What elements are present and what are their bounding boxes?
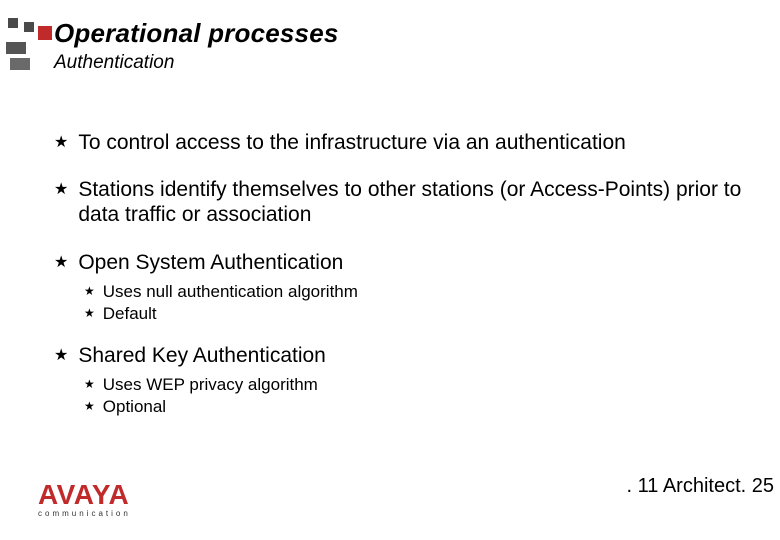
bullet-item: ★ Stations identify themselves to other …: [54, 177, 750, 227]
slide-title: Operational processes: [54, 18, 339, 49]
sub-bullet-item: ★ Uses WEP privacy algorithm: [84, 374, 750, 396]
square-icon: [24, 22, 34, 32]
sub-bullet-list: ★ Uses WEP privacy algorithm ★ Optional: [84, 374, 750, 418]
square-icon: [6, 42, 26, 54]
square-icon: [38, 26, 52, 40]
star-icon: ★: [84, 399, 95, 415]
sub-bullet-item: ★ Uses null authentication algorithm: [84, 281, 750, 303]
star-icon: ★: [54, 180, 68, 199]
brand-tagline: communication: [38, 509, 131, 518]
sub-bullet-item: ★ Default: [84, 303, 750, 325]
star-icon: ★: [84, 284, 95, 300]
sub-bullet-item: ★ Optional: [84, 396, 750, 418]
brand-logo: AVAYA communication: [38, 479, 133, 518]
star-icon: ★: [54, 133, 68, 152]
square-icon: [10, 58, 30, 70]
slide: Operational processes Authentication ★ T…: [0, 0, 780, 540]
star-icon: ★: [54, 253, 68, 272]
bullet-item: ★ Shared Key Authentication: [54, 343, 750, 368]
sub-bullet-list: ★ Uses null authentication algorithm ★ D…: [84, 281, 750, 325]
star-icon: ★: [54, 346, 68, 365]
sub-bullet-text: Default: [103, 303, 157, 325]
footer-page-info: . 11 Architect. 25: [627, 475, 775, 498]
bullet-item: ★ Open System Authentication: [54, 250, 750, 275]
brand-name: AVAYA: [38, 479, 133, 511]
slide-subtitle: Authentication: [54, 52, 174, 74]
sub-bullet-text: Optional: [103, 396, 166, 418]
sub-bullet-text: Uses WEP privacy algorithm: [103, 374, 318, 396]
bullet-text: Open System Authentication: [78, 250, 750, 275]
slide-footer: AVAYA communication . 11 Architect. 25: [0, 472, 780, 522]
bullet-text: Shared Key Authentication: [78, 343, 750, 368]
bullet-item: ★ To control access to the infrastructur…: [54, 130, 750, 155]
bullet-text: Stations identify themselves to other st…: [78, 177, 750, 227]
bullet-text: To control access to the infrastructure …: [78, 130, 750, 155]
sub-bullet-text: Uses null authentication algorithm: [103, 281, 358, 303]
star-icon: ★: [84, 306, 95, 322]
star-icon: ★: [84, 377, 95, 393]
slide-body: ★ To control access to the infrastructur…: [54, 130, 750, 436]
decorative-squares: [6, 18, 54, 78]
square-icon: [8, 18, 18, 28]
